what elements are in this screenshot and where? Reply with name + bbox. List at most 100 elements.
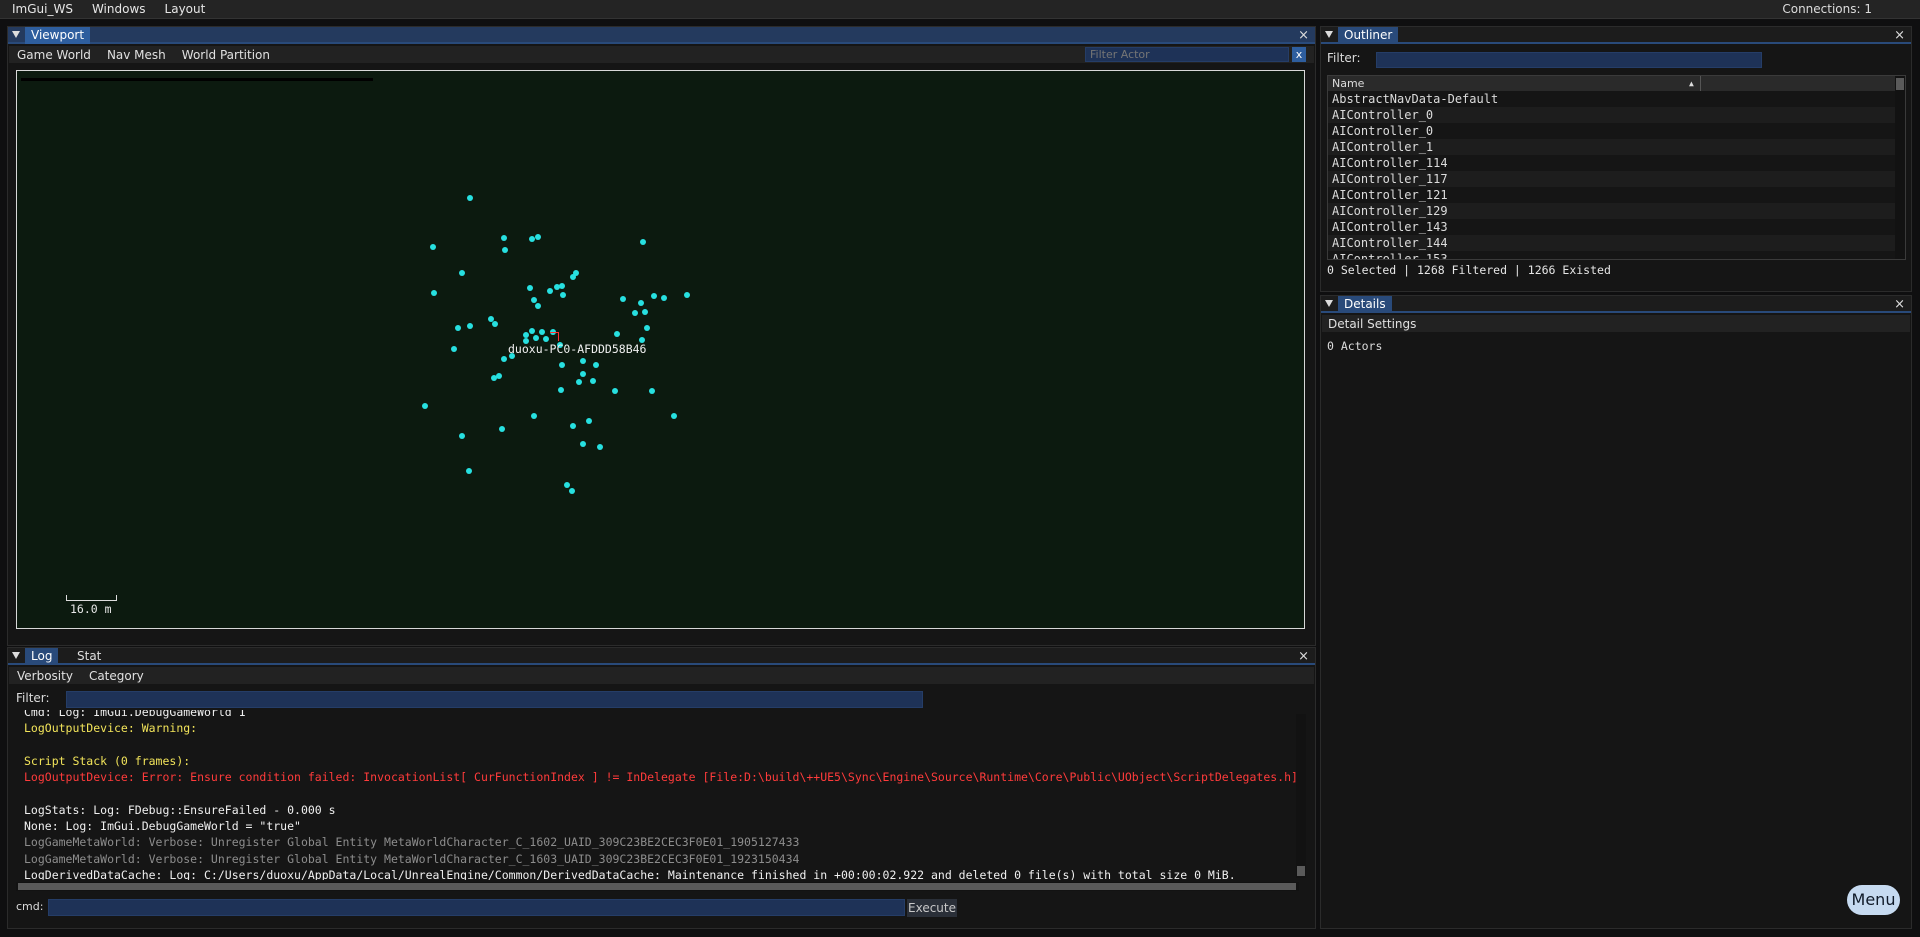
tab-viewport[interactable]: Viewport xyxy=(25,27,91,44)
outliner-row[interactable]: AIController_114 xyxy=(1328,155,1895,171)
menu-nav-mesh[interactable]: Nav Mesh xyxy=(99,48,174,62)
outliner-row[interactable]: AIController_129 xyxy=(1328,203,1895,219)
tab-log[interactable]: Log xyxy=(25,648,59,665)
actor-dot xyxy=(533,335,539,341)
actor-dot xyxy=(576,379,582,385)
viewport-titlebar[interactable]: Viewport × xyxy=(8,27,1315,44)
outliner-panel: Outliner × Filter: Name ▲ AbstractNavDat… xyxy=(1320,26,1912,292)
actor-dot xyxy=(539,329,545,335)
actor-dot xyxy=(547,288,553,294)
actor-dot xyxy=(531,413,537,419)
outliner-row[interactable]: AIController_0 xyxy=(1328,107,1895,123)
actor-dot xyxy=(502,247,508,253)
log-line: Cmd: Log: ImGui.DebugGameWorld 1 xyxy=(24,710,246,719)
actor-dot xyxy=(597,444,603,450)
outliner-filter-input[interactable] xyxy=(1376,52,1762,68)
actor-dot xyxy=(499,426,505,432)
menu-category[interactable]: Category xyxy=(81,669,152,683)
actor-dot xyxy=(491,375,497,381)
actor-dot xyxy=(535,234,541,240)
collapse-arrow-icon[interactable] xyxy=(1325,300,1333,307)
viewport-canvas[interactable]: duoxu-PC0-AFDDD58B46 16.0 m xyxy=(16,70,1305,629)
log-line: LogOutputDevice: Warning: xyxy=(24,721,198,736)
outliner-filter-label: Filter: xyxy=(1327,51,1361,65)
actor-dot xyxy=(570,423,576,429)
close-icon[interactable]: × xyxy=(1298,27,1309,44)
outliner-header[interactable]: Name ▲ xyxy=(1328,76,1895,91)
actor-dot xyxy=(531,297,537,303)
menu-button[interactable]: Menu xyxy=(1847,885,1900,915)
actor-dot xyxy=(570,274,576,280)
menu-detail-settings[interactable]: Detail Settings xyxy=(1322,317,1424,331)
progress-line xyxy=(21,78,373,81)
log-output: Cmd: Log: ImGui.DebugGameWorld 1 LogOutpu… xyxy=(8,710,1298,880)
menu-world-partition[interactable]: World Partition xyxy=(174,48,278,62)
menu-layout[interactable]: Layout xyxy=(153,0,213,19)
outliner-row[interactable]: AIController_153 xyxy=(1328,251,1895,259)
close-icon[interactable]: × xyxy=(1894,27,1905,44)
tab-stat[interactable]: Stat xyxy=(71,648,107,665)
log-vscrollbar[interactable] xyxy=(1296,714,1306,878)
collapse-arrow-icon[interactable] xyxy=(12,652,20,659)
log-panel: Log Stat × Verbosity Category Filter: Cm… xyxy=(7,647,1316,929)
execute-button[interactable]: Execute xyxy=(907,899,957,917)
actor-dot xyxy=(684,292,690,298)
scroll-thumb[interactable] xyxy=(1896,78,1904,90)
actor-label: duoxu-PC0-AFDDD58B46 xyxy=(508,342,647,356)
outliner-scrollbar[interactable] xyxy=(1895,76,1905,259)
actor-dot xyxy=(620,296,626,302)
actor-dot xyxy=(467,195,473,201)
actor-dot xyxy=(492,321,498,327)
outliner-row[interactable]: AIController_121 xyxy=(1328,187,1895,203)
actor-dot xyxy=(586,418,592,424)
details-actor-count: 0 Actors xyxy=(1327,339,1383,353)
actor-dot xyxy=(632,310,638,316)
connections-status: Connections: 1 xyxy=(1782,2,1872,16)
actor-dot xyxy=(529,328,535,334)
tab-details[interactable]: Details xyxy=(1338,296,1392,313)
menu-windows[interactable]: Windows xyxy=(80,0,153,19)
actor-dot xyxy=(459,433,465,439)
player-marker-icon xyxy=(550,332,559,341)
log-filter-input[interactable] xyxy=(66,691,923,708)
log-line: Script Stack (0 frames): xyxy=(24,753,191,768)
filter-clear-button[interactable]: x xyxy=(1292,47,1306,62)
actor-dot xyxy=(558,387,564,393)
details-titlebar[interactable]: Details × xyxy=(1321,296,1911,313)
collapse-arrow-icon[interactable] xyxy=(12,31,20,38)
details-menu-bar: Detail Settings xyxy=(1322,315,1910,332)
outliner-row[interactable]: AIController_117 xyxy=(1328,171,1895,187)
outliner-table: Name ▲ AbstractNavData-Default AIControll… xyxy=(1327,75,1906,260)
outliner-row[interactable]: AIController_143 xyxy=(1328,219,1895,235)
outliner-row[interactable]: AbstractNavData-Default xyxy=(1328,91,1895,107)
actor-dot xyxy=(535,303,541,309)
tab-outliner[interactable]: Outliner xyxy=(1338,27,1399,44)
log-titlebar[interactable]: Log Stat × xyxy=(8,648,1315,665)
close-icon[interactable]: × xyxy=(1298,648,1309,665)
cmd-input[interactable] xyxy=(48,899,905,916)
viewport-menu-bar: Game World Nav Mesh World Partition x xyxy=(9,46,1314,63)
actor-dot xyxy=(642,309,648,315)
scroll-thumb[interactable] xyxy=(1297,866,1305,876)
actor-dot xyxy=(501,235,507,241)
actor-dot xyxy=(560,292,566,298)
menu-imgui-ws[interactable]: ImGui_WS xyxy=(0,0,80,19)
outliner-row[interactable]: AIController_144 xyxy=(1328,235,1895,251)
actor-dot xyxy=(638,300,644,306)
scroll-thumb[interactable] xyxy=(18,883,1296,890)
outliner-row[interactable]: AIController_1 xyxy=(1328,139,1895,155)
collapse-arrow-icon[interactable] xyxy=(1325,31,1333,38)
menu-game-world[interactable]: Game World xyxy=(9,48,99,62)
actor-dot xyxy=(501,356,507,362)
actor-dot xyxy=(422,403,428,409)
log-hscrollbar[interactable] xyxy=(16,882,1299,891)
actor-dot xyxy=(651,293,657,299)
outliner-row[interactable]: AIController_0 xyxy=(1328,123,1895,139)
sort-asc-icon[interactable]: ▲ xyxy=(1689,76,1694,91)
log-filter-label: Filter: xyxy=(16,691,50,705)
menu-verbosity[interactable]: Verbosity xyxy=(9,669,81,683)
filter-actor-input[interactable] xyxy=(1085,47,1289,62)
close-icon[interactable]: × xyxy=(1894,296,1905,313)
outliner-titlebar[interactable]: Outliner × xyxy=(1321,27,1911,44)
actor-dot xyxy=(649,388,655,394)
